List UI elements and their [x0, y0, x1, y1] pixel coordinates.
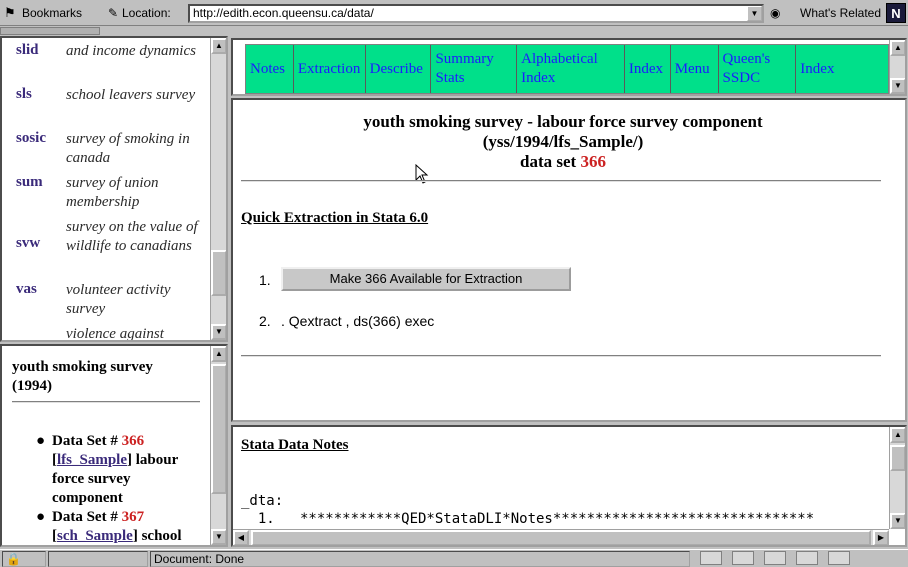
bullet-icon: ● [36, 433, 46, 449]
dataset-sample-link[interactable]: lfs_Sample [57, 452, 127, 468]
vertical-scrollbar[interactable]: ▲ ▼ [210, 346, 226, 545]
notes-line: _dta: [241, 493, 284, 509]
bookmarks-icon[interactable]: ⚑ [4, 4, 16, 22]
dataset-description: volunteer activity survey [66, 282, 171, 317]
netscape-logo: N [886, 3, 906, 23]
horizontal-scrollbar[interactable]: ◀ ▶ [233, 529, 889, 545]
location-dropdown-icon[interactable]: ▼ [747, 6, 762, 21]
composer-icon[interactable] [828, 551, 850, 565]
vertical-scrollbar[interactable]: ▲ ▼ [889, 40, 905, 94]
page-subtitle: (yss/1994/lfs_Sample/) [482, 132, 644, 151]
scroll-right-icon[interactable]: ▶ [873, 530, 889, 545]
status-bar: 🔒 Document: Done [0, 549, 908, 567]
dataset-description: violence against [66, 326, 164, 342]
location-label: Location: [122, 6, 171, 20]
scroll-thumb[interactable] [211, 364, 226, 494]
progress-indicator [48, 551, 148, 567]
notes-heading: Stata Data Notes [241, 437, 349, 453]
navigator-icon[interactable] [700, 551, 722, 565]
status-text: Document: Done [150, 551, 690, 567]
location-url: http://edith.econ.queensu.ca/data/ [193, 6, 374, 20]
scroll-down-icon[interactable]: ▼ [211, 529, 226, 545]
scroll-up-icon[interactable]: ▲ [890, 40, 905, 56]
make-available-button[interactable]: Make 366 Available for Extraction [281, 267, 571, 291]
dataset-heading-number: 366 [580, 152, 606, 171]
whats-related-button[interactable]: What's Related [800, 4, 881, 22]
nav-bar: Notes Extraction Describe Summary Stats … [245, 44, 889, 94]
dataset-description: survey of smoking in canada [66, 131, 190, 166]
dataset-heading-prefix: data set [520, 152, 581, 171]
security-icon[interactable]: 🔒 [2, 551, 46, 567]
dataset-description: and income dynamics [66, 43, 196, 59]
list-number: 1. [259, 272, 271, 288]
dataset-prefix: Data Set # [52, 433, 122, 449]
nav-alphabetical-index-link[interactable]: Alphabetical Index [517, 45, 625, 93]
vertical-scrollbar[interactable]: ▲ ▼ [210, 38, 226, 340]
nav-menu-link[interactable]: Menu [671, 45, 719, 93]
dataset-description: survey of union membership [66, 175, 159, 210]
dataset-description: school [137, 528, 182, 544]
list-item: ● Data Set # 366 [lfs_Sample] labour for… [36, 433, 179, 506]
scroll-up-icon[interactable]: ▲ [890, 427, 905, 443]
nav-extraction-link[interactable]: Extraction [294, 45, 366, 93]
nav-notes-link[interactable]: Notes [246, 45, 294, 93]
dataset-number: 366 [121, 433, 145, 449]
dataset-code[interactable]: slid [16, 42, 39, 59]
survey-detail-frame: youth smoking survey (1994) ● Data Set #… [0, 344, 228, 547]
scroll-up-icon[interactable]: ▲ [211, 38, 226, 54]
stata-command: . Qextract , ds(366) exec [281, 313, 435, 329]
dataset-code[interactable]: vas [16, 281, 37, 298]
dataset-description: survey on the value of wildlife to canad… [66, 219, 198, 254]
nav-index-link-2[interactable]: Index [796, 45, 888, 93]
navigation-toolbar: ⚑ Bookmarks ✎ Location: http://edith.eco… [0, 0, 908, 26]
quick-extraction-heading: Quick Extraction in Stata 6.0 [241, 210, 429, 226]
dataset-number: 367 [121, 509, 145, 525]
location-icon: ✎ [108, 6, 119, 20]
list-item: ● Data Set # 367 [sch_Sample] school [36, 509, 182, 544]
dataset-heading: data set 366 [243, 152, 883, 172]
page-title: youth smoking survey - labour force surv… [363, 112, 763, 131]
list-number: 2. [259, 313, 271, 329]
bullet-icon: ● [36, 509, 46, 525]
nav-summary-stats-link[interactable]: Summary Stats [431, 45, 518, 93]
nav-queens-ssdc-link[interactable]: Queen's SSDC [719, 45, 797, 93]
dataset-code[interactable]: sosic [16, 130, 46, 147]
dataset-list: ● Data Set # 366 [lfs_Sample] labour for… [12, 432, 202, 545]
notes-frame: Stata Data Notes _dta: 1. ************QE… [231, 425, 907, 547]
dataset-sample-link[interactable]: sch_Sample [57, 528, 133, 544]
whats-related-icon[interactable]: ◉ [770, 4, 780, 22]
nav-describe-link[interactable]: Describe [366, 45, 432, 93]
scroll-left-icon[interactable]: ◀ [233, 530, 249, 545]
location-input[interactable]: http://edith.econ.queensu.ca/data/ ▼ [188, 4, 764, 23]
scroll-up-icon[interactable]: ▲ [211, 346, 226, 362]
scroll-down-icon[interactable]: ▼ [211, 324, 226, 340]
mail-icon[interactable] [732, 551, 754, 565]
scroll-thumb[interactable] [211, 250, 226, 296]
dataset-prefix: Data Set # [52, 509, 122, 525]
dataset-code[interactable]: sls [16, 86, 32, 103]
dataset-code[interactable]: svw [16, 235, 40, 252]
scroll-down-icon[interactable]: ▼ [890, 513, 905, 529]
nav-index-link[interactable]: Index [625, 45, 671, 93]
notes-line: 1. ************QED*StataDLI*Notes*******… [241, 511, 815, 527]
scroll-thumb[interactable] [251, 530, 871, 545]
divider [241, 180, 881, 182]
nav-frame: Notes Extraction Describe Summary Stats … [231, 38, 907, 96]
vertical-scrollbar[interactable]: ▲ ▼ [889, 427, 905, 529]
dataset-index-frame: slid and income dynamics sls school leav… [0, 36, 228, 342]
newsgroups-icon[interactable] [764, 551, 786, 565]
component-bar [700, 551, 850, 567]
main-content-frame: youth smoking survey - labour force surv… [231, 98, 907, 422]
dataset-description: school leavers survey [66, 87, 196, 103]
divider [12, 401, 200, 403]
scroll-thumb[interactable] [890, 445, 905, 471]
bookmarks-button[interactable]: Bookmarks [22, 4, 82, 22]
divider [241, 355, 881, 357]
toolbar-grip[interactable] [0, 27, 100, 35]
scroll-down-icon[interactable]: ▼ [890, 78, 905, 94]
address-book-icon[interactable] [796, 551, 818, 565]
survey-title: youth smoking survey (1994) [12, 359, 153, 394]
dataset-code[interactable]: sum [16, 174, 43, 191]
